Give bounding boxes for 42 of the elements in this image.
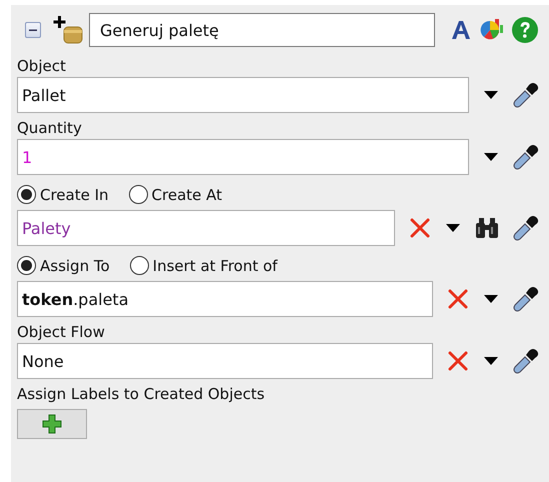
section-label: Assign Labels to Created Objects	[17, 385, 266, 403]
eyedropper-icon[interactable]	[513, 144, 539, 170]
eyedropper-icon[interactable]	[513, 348, 539, 374]
title-field[interactable]: Generuj paletę	[89, 13, 435, 47]
field-label: Quantity	[17, 119, 83, 137]
clear-icon[interactable]	[447, 350, 469, 372]
dropdown-arrow-icon[interactable]	[483, 152, 499, 162]
radio-button[interactable]: Create At	[128, 185, 222, 204]
help-icon[interactable]	[511, 16, 539, 44]
field-label: Object Flow	[17, 323, 106, 341]
eyedropper-icon[interactable]	[513, 286, 539, 312]
radio-label: Create At	[152, 186, 222, 204]
clear-icon[interactable]	[447, 288, 469, 310]
input-field[interactable]: 1	[17, 139, 469, 175]
radio-button[interactable]: Assign To	[17, 256, 110, 275]
radio-button[interactable]: Insert at Front of	[130, 256, 278, 275]
radio-circle[interactable]	[128, 185, 148, 204]
binoculars-icon[interactable]	[475, 217, 499, 239]
plus-icon	[41, 413, 63, 435]
radio-label: Insert at Front of	[152, 256, 278, 274]
input-field[interactable]: token.paleta	[17, 281, 433, 317]
radio-label: Create In	[40, 186, 109, 204]
radio-circle[interactable]	[17, 256, 36, 275]
eyedropper-icon[interactable]	[513, 215, 539, 241]
radio-button[interactable]: Create In	[17, 185, 109, 204]
font-icon[interactable]	[449, 18, 473, 42]
collapse-button[interactable]	[25, 22, 41, 38]
clear-icon[interactable]	[409, 217, 431, 239]
radio-circle[interactable]	[130, 256, 149, 275]
input-field[interactable]: Pallet	[17, 77, 469, 113]
field-label: Object	[17, 57, 67, 75]
dropdown-arrow-icon[interactable]	[445, 223, 461, 233]
dropdown-arrow-icon[interactable]	[483, 356, 499, 366]
radio-circle[interactable]	[17, 185, 36, 204]
input-field[interactable]: Palety	[17, 210, 395, 246]
add-button[interactable]	[17, 409, 87, 439]
eyedropper-icon[interactable]	[513, 82, 539, 108]
dropdown-arrow-icon[interactable]	[483, 294, 499, 304]
dropdown-arrow-icon[interactable]	[483, 90, 499, 100]
radio-label: Assign To	[40, 256, 110, 274]
input-field[interactable]: None	[17, 343, 433, 379]
add-container-icon	[53, 15, 83, 45]
